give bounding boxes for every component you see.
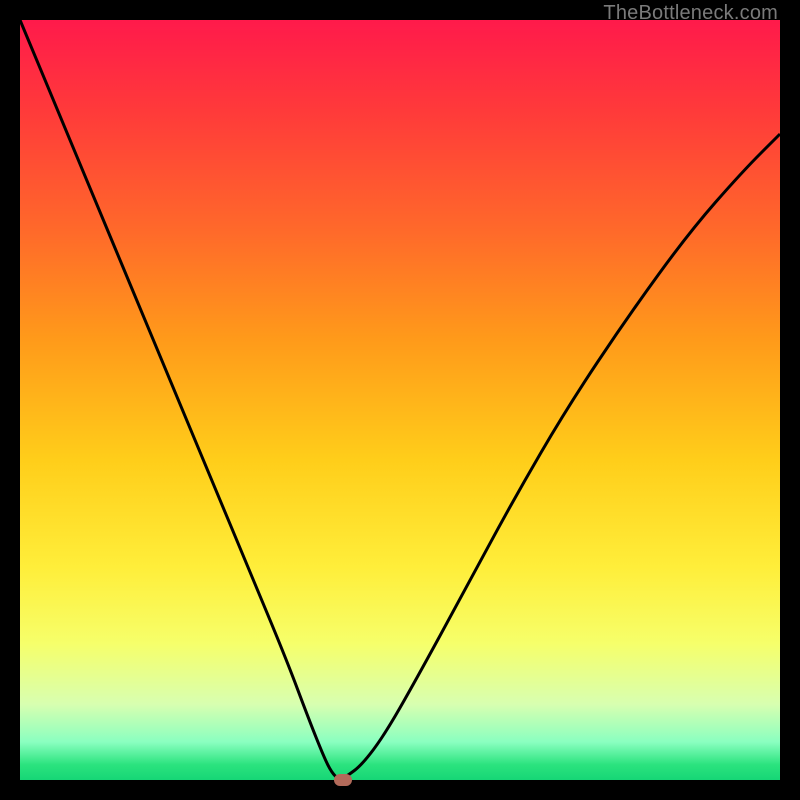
bottleneck-curve — [20, 20, 780, 780]
chart-container: TheBottleneck.com — [0, 0, 800, 800]
minimum-marker — [334, 774, 352, 786]
curve-path — [20, 20, 780, 779]
plot-area — [20, 20, 780, 780]
